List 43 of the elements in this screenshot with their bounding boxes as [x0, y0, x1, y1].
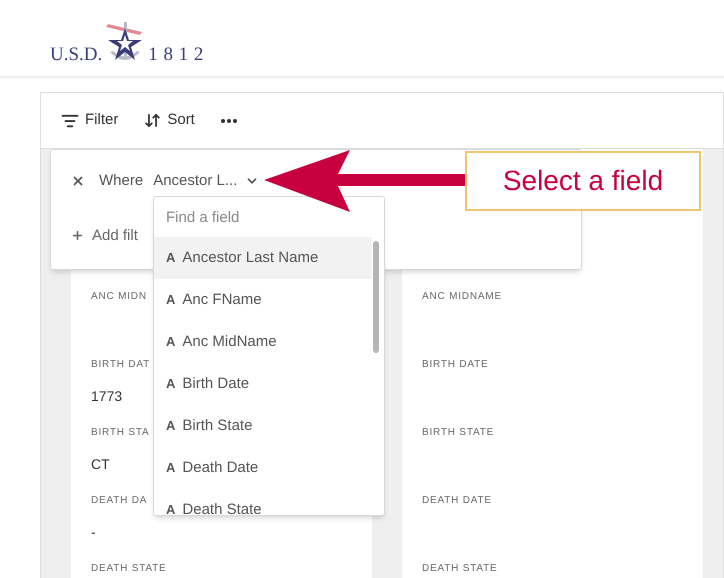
plus-icon [71, 229, 84, 242]
text-type-icon: A [166, 248, 176, 268]
field-option[interactable]: A Death State [154, 489, 372, 515]
field-label: DEATH STATE [422, 563, 498, 575]
option-label: Birth State [182, 416, 252, 436]
field-value: 1773 [91, 387, 122, 405]
callout-text: Select a field [502, 164, 664, 198]
option-label: Anc FName [182, 290, 262, 310]
logo-text: 1812 [148, 45, 210, 64]
field-option[interactable]: A Ancestor Last Name [154, 237, 372, 279]
field-select[interactable]: Ancestor L... [153, 170, 260, 192]
field-label: DEATH STATE [91, 563, 166, 575]
field-label: BIRTH DATE [422, 359, 489, 371]
field-label: BIRTH STATE [422, 427, 494, 439]
option-label: Birth Date [182, 374, 250, 394]
field-label: ANC MIDN [91, 291, 147, 303]
text-type-icon: A [166, 500, 176, 515]
option-label: Anc MidName [182, 332, 277, 352]
field-value: CT [91, 455, 110, 473]
more-icon [220, 118, 237, 122]
field-label: DEATH DA [91, 495, 148, 507]
option-label: Ancestor Last Name [182, 248, 318, 268]
where-label: Where [99, 171, 144, 191]
field-label: DEATH DATE [422, 495, 492, 507]
text-type-icon: A [166, 290, 176, 310]
filter-button[interactable]: Filter [61, 109, 118, 132]
logo-text: U.S.D. [50, 45, 102, 64]
option-label: Death State [182, 500, 262, 515]
search-field[interactable]: Find a field [154, 197, 384, 237]
close-icon[interactable] [71, 174, 85, 188]
sort-button[interactable]: Sort [144, 109, 195, 132]
field-label: BIRTH DAT [91, 359, 150, 371]
text-type-icon: A [166, 458, 176, 478]
sort-icon [144, 112, 162, 129]
text-type-icon: A [166, 332, 176, 352]
field-label: ANC MIDNAME [422, 291, 502, 303]
option-label: Death Date [182, 458, 258, 478]
more-button[interactable] [220, 118, 237, 122]
add-filter-button[interactable]: Add filt [71, 224, 138, 247]
field-value: - [91, 523, 96, 541]
field-label: BIRTH STA [91, 427, 150, 439]
text-type-icon: A [166, 374, 176, 394]
text-type-icon: A [166, 416, 176, 436]
